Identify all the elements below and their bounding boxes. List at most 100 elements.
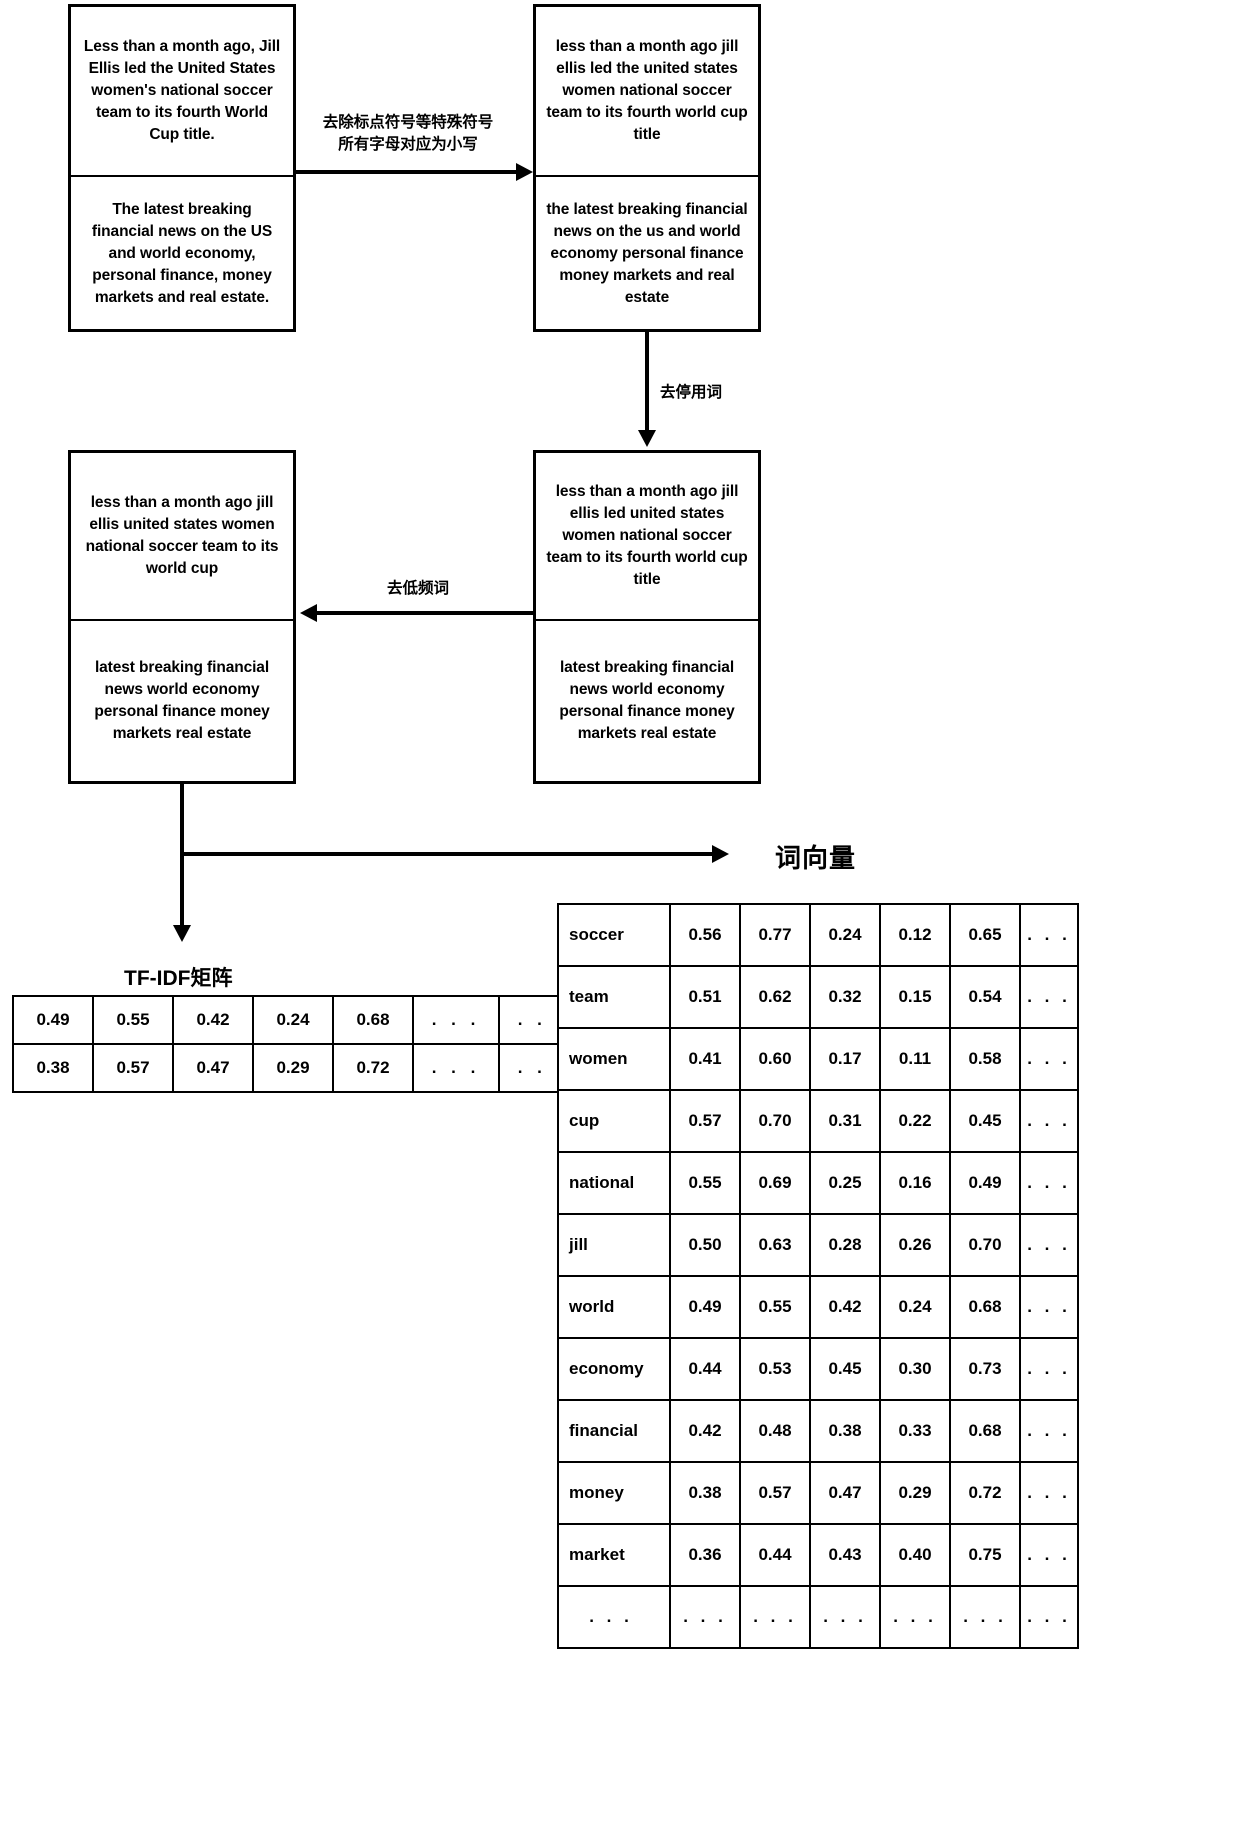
word-vector-value-cell: 0.40 <box>879 1523 951 1587</box>
document-box-normalized: less than a month ago jill ellis led the… <box>533 4 761 332</box>
word-vector-value-cell: 0.29 <box>879 1461 951 1525</box>
word-vector-value-cell: 0.56 <box>669 903 741 967</box>
arrow-stopwords-head-icon <box>638 430 656 447</box>
word-vector-value-cell: 0.57 <box>669 1089 741 1153</box>
arrow-wordvec-head-icon <box>712 845 729 863</box>
word-vector-value-cell: 0.63 <box>739 1213 811 1277</box>
word-vector-value-cell: 0.70 <box>739 1089 811 1153</box>
word-vector-term-cell: team <box>557 965 671 1029</box>
arrow-lowfreq-head-icon <box>300 604 317 622</box>
word-vector-term-cell: national <box>557 1151 671 1215</box>
word-vector-row: world 0.49 0.55 0.42 0.24 0.68. . . <box>557 1275 1079 1339</box>
arrow-normalize-shaft <box>296 170 518 174</box>
word-vector-ellipsis-cell: . . . <box>1019 1027 1079 1091</box>
word-vector-value-cell: . . . <box>669 1585 741 1649</box>
word-vector-body: soccer 0.56 0.77 0.24 0.12 0.65. . . team 0.51 0… <box>557 903 1079 1649</box>
word-vector-value-cell: 0.68 <box>949 1275 1021 1339</box>
diagram-canvas: Less than a month ago, Jill Ellis led th… <box>0 0 1240 1824</box>
word-vector-term-cell: . . . <box>557 1585 671 1649</box>
word-vector-value-cell: 0.36 <box>669 1523 741 1587</box>
word-vector-ellipsis-cell: . . . <box>1019 1399 1079 1463</box>
word-vector-term-cell: women <box>557 1027 671 1091</box>
word-vector-value-cell: 0.55 <box>669 1151 741 1215</box>
word-vector-value-cell: 0.30 <box>879 1337 951 1401</box>
word-vector-value-cell: 0.22 <box>879 1089 951 1153</box>
word-vector-term-cell: market <box>557 1523 671 1587</box>
tfidf-row: 0.49 0.55 0.42 0.24 0.68. . .. . . <box>12 995 586 1045</box>
word-vector-value-cell: 0.15 <box>879 965 951 1029</box>
word-vector-value-cell: 0.49 <box>949 1151 1021 1215</box>
lowfreq-doc-1: less than a month ago jill ellis united … <box>85 494 279 577</box>
word-vector-value-cell: 0.32 <box>809 965 881 1029</box>
word-vector-term-cell: jill <box>557 1213 671 1277</box>
word-vector-value-cell: 0.73 <box>949 1337 1021 1401</box>
word-vector-value-cell: 0.55 <box>739 1275 811 1339</box>
word-vector-value-cell: 0.25 <box>809 1151 881 1215</box>
word-vector-value-cell: 0.12 <box>879 903 951 967</box>
document-box-original: Less than a month ago, Jill Ellis led th… <box>68 4 296 332</box>
word-vector-ellipsis-cell: . . . <box>1019 1585 1079 1649</box>
word-vector-value-cell: 0.44 <box>669 1337 741 1401</box>
word-vector-ellipsis-cell: . . . <box>1019 1337 1079 1401</box>
tfidf-row: 0.38 0.57 0.47 0.29 0.72. . .. . . <box>12 1043 586 1093</box>
word-vector-term-cell: soccer <box>557 903 671 967</box>
word-vector-value-cell: 0.42 <box>809 1275 881 1339</box>
normalized-doc-1: less than a month ago jill ellis led the… <box>546 38 748 143</box>
word-vector-value-cell: 0.75 <box>949 1523 1021 1587</box>
word-vector-value-cell: 0.26 <box>879 1213 951 1277</box>
word-vector-value-cell: 0.33 <box>879 1399 951 1463</box>
word-vector-title: 词向量 <box>775 843 857 873</box>
word-vector-value-cell: 0.43 <box>809 1523 881 1587</box>
word-vector-row: national 0.55 0.69 0.25 0.16 0.49. . . <box>557 1151 1079 1215</box>
word-vector-term-cell: financial <box>557 1399 671 1463</box>
word-vector-value-cell: 0.48 <box>739 1399 811 1463</box>
lowfreq-doc-2: latest breaking financial news world eco… <box>71 619 293 781</box>
word-vector-value-cell: 0.38 <box>809 1399 881 1463</box>
word-vector-ellipsis-cell: . . . <box>1019 965 1079 1029</box>
word-vector-value-cell: 0.17 <box>809 1027 881 1091</box>
tfidf-matrix-table: 0.49 0.55 0.42 0.24 0.68. . .. . . 0.38 0.57 0.… <box>12 995 586 1093</box>
word-vector-value-cell: 0.47 <box>809 1461 881 1525</box>
word-vector-value-cell: . . . <box>879 1585 951 1649</box>
word-vector-value-cell: 0.38 <box>669 1461 741 1525</box>
word-vector-value-cell: 0.68 <box>949 1399 1021 1463</box>
word-vector-value-cell: 0.50 <box>669 1213 741 1277</box>
word-vector-value-cell: 0.49 <box>669 1275 741 1339</box>
word-vector-row: jill 0.50 0.63 0.28 0.26 0.70. . . <box>557 1213 1079 1277</box>
word-vector-row: economy 0.44 0.53 0.45 0.30 0.73. . . <box>557 1337 1079 1401</box>
word-vector-value-cell: 0.45 <box>809 1337 881 1401</box>
word-vector-value-cell: 0.54 <box>949 965 1021 1029</box>
tfidf-matrix-title: TF-IDF矩阵 <box>124 967 233 990</box>
stopwords-doc-2: latest breaking financial news world eco… <box>536 619 758 781</box>
word-vector-term-cell: world <box>557 1275 671 1339</box>
word-vector-ellipsis-cell: . . . <box>1019 903 1079 967</box>
word-vector-value-cell: 0.65 <box>949 903 1021 967</box>
document-box-lowfreq-removed: less than a month ago jill ellis united … <box>68 450 296 784</box>
arrow-label-lowfreq: 去低频词 <box>386 580 449 597</box>
tfidf-value-cell: 0.55 <box>92 995 174 1045</box>
word-vector-value-cell: 0.69 <box>739 1151 811 1215</box>
word-vector-value-cell: 0.28 <box>809 1213 881 1277</box>
tfidf-matrix-body: 0.49 0.55 0.42 0.24 0.68. . .. . . 0.38 0.57 0.… <box>12 995 586 1093</box>
word-vector-row: financial 0.42 0.48 0.38 0.33 0.68. . . <box>557 1399 1079 1463</box>
arrow-label-normalize: 去除标点符号等特殊符号 所有字母对应为小写 <box>322 114 494 154</box>
original-doc-2: The latest breaking financial news on th… <box>71 175 293 331</box>
word-vector-ellipsis-cell: . . . <box>1019 1089 1079 1153</box>
word-vector-value-cell: 0.11 <box>879 1027 951 1091</box>
arrow-lowfreq-shaft <box>317 611 533 615</box>
word-vector-value-cell: . . . <box>739 1585 811 1649</box>
word-vector-value-cell: 0.24 <box>809 903 881 967</box>
normalized-doc-2: the latest breaking financial news on th… <box>536 175 758 331</box>
word-vector-value-cell: 0.77 <box>739 903 811 967</box>
word-vector-ellipsis-cell: . . . <box>1019 1213 1079 1277</box>
word-vector-row: money 0.38 0.57 0.47 0.29 0.72. . . <box>557 1461 1079 1525</box>
word-vector-value-cell: 0.16 <box>879 1151 951 1215</box>
word-vector-value-cell: 0.44 <box>739 1523 811 1587</box>
word-vector-value-cell: . . . <box>949 1585 1021 1649</box>
word-vector-term-cell: cup <box>557 1089 671 1153</box>
tfidf-value-cell: 0.29 <box>252 1043 334 1093</box>
tfidf-value-cell: 0.57 <box>92 1043 174 1093</box>
word-vector-value-cell: 0.24 <box>879 1275 951 1339</box>
tfidf-value-cell: 0.38 <box>12 1043 94 1093</box>
word-vector-value-cell: 0.62 <box>739 965 811 1029</box>
